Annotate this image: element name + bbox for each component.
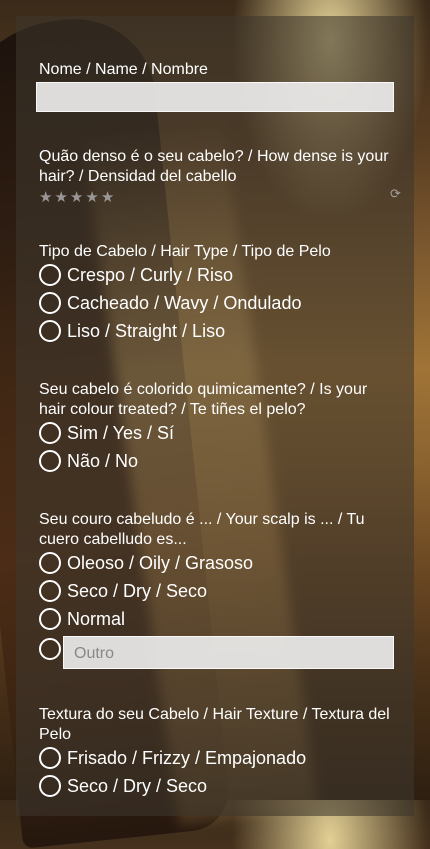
radio-option[interactable]: Oleoso / Oily / Grasoso [39,550,253,576]
option-label: Crespo / Curly / Riso [67,265,234,285]
radio-button[interactable] [39,608,61,630]
option-label: Sim / Yes / Sí [67,423,175,443]
radio-option[interactable]: Frisado / Frizzy / Empajonado [39,745,306,771]
density-label: Quão denso é o seu cabelo? / How dense i… [39,148,389,185]
radio-option[interactable]: Seco / Dry / Seco [39,773,207,799]
other-input[interactable]: Outro [63,636,394,669]
radio-option[interactable]: Seco / Dry / Seco [39,578,207,604]
radio-option[interactable]: Liso / Straight / Liso [39,318,225,344]
radio-button[interactable] [39,775,61,797]
radio-option[interactable]: Cacheado / Wavy / Ondulado [39,290,301,316]
texture-label: Textura do seu Cabelo / Hair Texture / T… [39,706,390,743]
radio-button[interactable] [39,264,61,286]
option-label: Seco / Dry / Seco [67,776,208,796]
star-icon[interactable]: ★ [39,190,52,205]
name-label: Nome / Name / Nombre [39,61,208,78]
radio-button[interactable] [39,747,61,769]
option-label: Cacheado / Wavy / Ondulado [67,293,302,313]
radio-option[interactable]: Crespo / Curly / Riso [39,262,233,288]
star-icon[interactable]: ★ [101,190,114,205]
radio-button[interactable] [39,450,61,472]
density-rating[interactable]: ★ ★ ★ ★ ★ [39,190,114,205]
radio-button[interactable] [39,580,61,602]
option-label: Frisado / Frizzy / Empajonado [67,748,307,768]
star-icon[interactable]: ★ [85,190,98,205]
clear-rating-icon[interactable]: ⟳ [390,186,401,202]
radio-option[interactable]: Sim / Yes / Sí [39,420,174,446]
option-label: Liso / Straight / Liso [67,321,226,341]
scalp-label: Seu couro cabeludo é ... / Your scalp is… [39,511,365,548]
star-icon[interactable]: ★ [54,190,67,205]
option-label: Não / No [67,451,139,471]
star-icon[interactable]: ★ [70,190,83,205]
name-input[interactable] [36,82,394,112]
radio-button[interactable] [39,292,61,314]
colour-treated-label: Seu cabelo é colorido quimicamente? / Is… [39,381,368,418]
radio-button[interactable] [39,552,61,574]
option-label: Normal [67,609,126,629]
option-label: Seco / Dry / Seco [67,581,208,601]
radio-button[interactable] [39,638,61,660]
radio-option[interactable]: Normal [39,606,125,632]
radio-button[interactable] [39,320,61,342]
hair-type-label: Tipo de Cabelo / Hair Type / Tipo de Pel… [39,243,331,260]
radio-button[interactable] [39,422,61,444]
radio-option[interactable]: Não / No [39,448,138,474]
radio-option-other[interactable] [39,636,61,662]
option-label: Oleoso / Oily / Grasoso [67,553,254,573]
